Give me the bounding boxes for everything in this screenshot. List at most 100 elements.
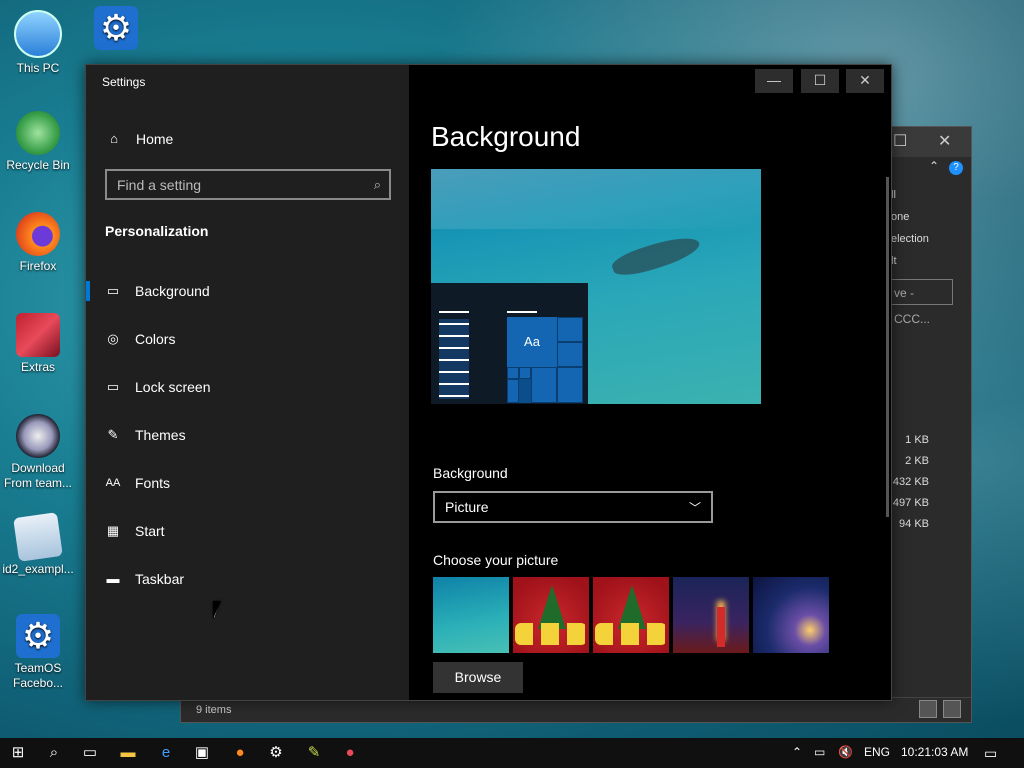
preview-menu-lines: [439, 311, 469, 404]
file-size: 432 KB: [892, 476, 929, 488]
background-type-dropdown[interactable]: Picture ﹀: [433, 491, 713, 523]
chevron-up-icon[interactable]: ⌃: [929, 159, 939, 173]
computer-icon: [14, 10, 62, 58]
picture-thumbnail[interactable]: [673, 577, 749, 653]
preview-tile: [507, 367, 519, 379]
preview-tile: [557, 367, 583, 403]
taskbar-icon: ▬: [106, 571, 120, 586]
picture-thumbnail[interactable]: [513, 577, 589, 653]
details-view-icon[interactable]: [919, 700, 937, 718]
windows-start-icon[interactable]: ⊞: [8, 744, 28, 762]
close-button[interactable]: ✕: [846, 69, 884, 93]
ribbon-item[interactable]: one: [891, 211, 909, 223]
network-icon[interactable]: ▭: [814, 745, 825, 759]
desktop-icon-extras[interactable]: Extras: [0, 313, 76, 375]
background-label: Background: [433, 465, 508, 481]
desktop-icon-label: id2_exampl...: [2, 562, 74, 576]
extras-icon: [16, 313, 60, 357]
file-size: 497 KB: [892, 497, 929, 509]
file-explorer-icon[interactable]: ▬: [118, 744, 138, 762]
language-indicator[interactable]: ENG: [864, 745, 890, 759]
picture-thumbnail[interactable]: [593, 577, 669, 653]
search-placeholder: Find a setting: [117, 176, 202, 193]
sidebar-item-colors[interactable]: ◎ Colors: [105, 329, 175, 349]
sidebar-item-taskbar[interactable]: ▬ Taskbar: [105, 569, 185, 589]
recycle-bin-icon: [16, 111, 60, 155]
store-icon[interactable]: ▣: [192, 744, 212, 762]
home-link[interactable]: ⌂ Home: [106, 129, 173, 149]
settings-window: Settings ⌂ Home Find a setting ⌕ Persona…: [85, 64, 892, 701]
section-title: Personalization: [105, 223, 209, 239]
desktop-icon-label: Firefox: [19, 259, 57, 273]
desktop-icon-label: TeamOS Facebo...: [12, 661, 64, 690]
sidebar-item-background[interactable]: ▭ Background: [86, 281, 210, 301]
maximize-icon[interactable]: ☐: [893, 131, 907, 151]
settings-sidebar: Settings ⌂ Home Find a setting ⌕ Persona…: [86, 65, 409, 700]
firefox-icon[interactable]: ●: [230, 744, 250, 762]
content-scrollbar[interactable]: [886, 177, 889, 517]
chevron-up-icon[interactable]: ⌃: [792, 745, 802, 759]
preview-tile-text: Aa: [507, 317, 557, 367]
sidebar-item-label: Fonts: [135, 475, 171, 491]
picture-thumbnail[interactable]: [753, 577, 829, 653]
preview-tile: [507, 379, 519, 403]
clock[interactable]: 10:21:03 AM: [901, 745, 968, 759]
lock-screen-icon: ▭: [106, 379, 120, 394]
sidebar-item-start[interactable]: ▦ Start: [105, 521, 165, 541]
settings-content: — ☐ ✕ Background Aa Background Picture ﹀…: [409, 65, 891, 700]
preview-tile: [557, 317, 583, 342]
mouse-cursor: [213, 601, 221, 619]
fonts-icon: AA: [105, 477, 121, 489]
file-size: 2 KB: [905, 455, 929, 467]
sidebar-item-label: Lock screen: [135, 379, 211, 395]
gear-icon: ⚙: [94, 6, 138, 50]
desktop-icon-label: Recycle Bin: [6, 158, 70, 172]
sidebar-item-label: Background: [135, 283, 210, 299]
desktop-icon-teamos-facebook[interactable]: ⚙ TeamOS Facebo...: [0, 614, 76, 691]
settings-gear-icon[interactable]: ⚙: [266, 744, 286, 762]
desktop-icon-label: This PC: [16, 61, 60, 75]
close-icon[interactable]: ✕: [938, 131, 951, 151]
task-view-icon[interactable]: ▭: [80, 744, 100, 762]
chevron-down-icon: ﹀: [688, 500, 701, 515]
find-setting-input[interactable]: Find a setting ⌕: [105, 169, 391, 200]
sidebar-item-label: Colors: [135, 331, 176, 347]
desktop-icon-id2-example[interactable]: id2_exampl...: [0, 512, 76, 577]
sidebar-item-label: Themes: [135, 427, 186, 443]
sidebar-item-label: Start: [135, 523, 165, 539]
desktop-icon-firefox[interactable]: Firefox: [0, 212, 76, 274]
notifications-icon[interactable]: ▭: [984, 745, 997, 762]
sidebar-item-lock-screen[interactable]: ▭ Lock screen: [105, 377, 211, 397]
page-title: Background: [431, 121, 581, 152]
preview-tile: [557, 342, 583, 367]
large-icons-view-icon[interactable]: [943, 700, 961, 718]
desktop-icon-download[interactable]: Download From team...: [0, 414, 76, 491]
explorer-search-input[interactable]: ve - CCC...: [889, 279, 953, 326]
picture-icon: ▭: [106, 283, 120, 298]
search-icon: ⌕: [373, 176, 381, 192]
start-icon: ▦: [106, 523, 120, 538]
file-size: 94 KB: [899, 518, 929, 530]
sidebar-item-fonts[interactable]: AA Fonts: [105, 473, 170, 493]
picture-thumbnails: [433, 577, 829, 653]
maximize-button[interactable]: ☐: [801, 69, 839, 93]
notepad-icon[interactable]: ✎: [304, 744, 324, 762]
desktop-icon-teamos[interactable]: ⚙: [78, 6, 154, 53]
search-icon[interactable]: ⌕: [44, 744, 64, 762]
app-icon[interactable]: ●: [340, 744, 360, 762]
gear-icon: ⚙: [16, 614, 60, 658]
sidebar-item-themes[interactable]: ✎ Themes: [105, 425, 186, 445]
minimize-button[interactable]: —: [755, 69, 793, 93]
picture-thumbnail[interactable]: [433, 577, 509, 653]
notepad-icon: [13, 512, 63, 562]
ribbon-item[interactable]: election: [891, 233, 929, 245]
volume-muted-icon[interactable]: 🔇: [838, 745, 853, 759]
edge-icon[interactable]: e: [156, 744, 176, 762]
download-icon: [16, 414, 60, 458]
browse-button[interactable]: Browse: [433, 662, 523, 693]
help-icon[interactable]: ?: [949, 161, 963, 175]
sidebar-item-label: Taskbar: [135, 571, 185, 587]
desktop-icon-this-pc[interactable]: This PC: [0, 10, 76, 76]
palette-icon: ◎: [107, 331, 119, 346]
desktop-icon-recycle-bin[interactable]: Recycle Bin: [0, 111, 76, 173]
